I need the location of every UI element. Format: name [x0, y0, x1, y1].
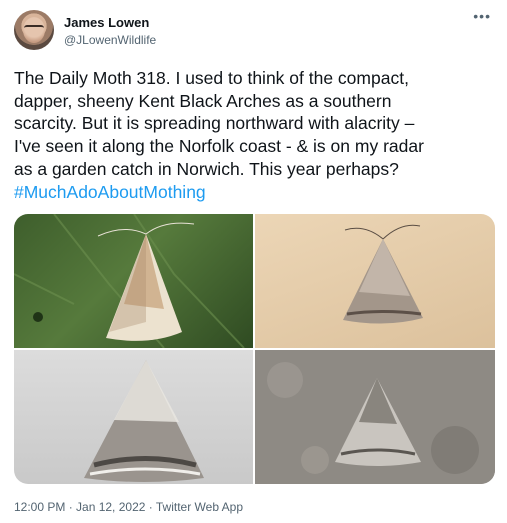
moth-photo-3[interactable] [14, 350, 253, 484]
author-name[interactable]: James Lowen [64, 15, 149, 30]
tweet-text-line: I've seen it along the Norfolk coast - &… [14, 136, 424, 157]
tweet-text: The Daily Moth 318. I used to think of t… [14, 67, 498, 203]
hashtag-link[interactable]: #MuchAdoAboutMothing [14, 182, 206, 202]
tweet-card: James Lowen @JLowenWildlife ••• The Dail… [0, 0, 507, 523]
avatar-glasses [24, 25, 44, 33]
moth-photo-2[interactable] [255, 214, 495, 348]
tweet-text-line: dapper, sheeny Kent Black Arches as a so… [14, 90, 392, 111]
moth-photo-1[interactable] [14, 214, 253, 348]
tweet-text-line: The Daily Moth 318. I used to think of t… [14, 68, 409, 88]
tweet-text-line: as a garden catch in Norwich. This year … [14, 158, 399, 179]
media-grid [14, 214, 495, 484]
moth-photo-4[interactable] [255, 350, 495, 484]
more-options-icon[interactable]: ••• [473, 8, 491, 24]
author-handle[interactable]: @JLowenWildlife [64, 33, 156, 47]
avatar[interactable] [14, 10, 54, 50]
tweet-timestamp[interactable]: 12:00 PM · Jan 12, 2022 · Twitter Web Ap… [14, 500, 243, 514]
tweet-text-line: scarcity. But it is spreading northward … [14, 113, 415, 134]
